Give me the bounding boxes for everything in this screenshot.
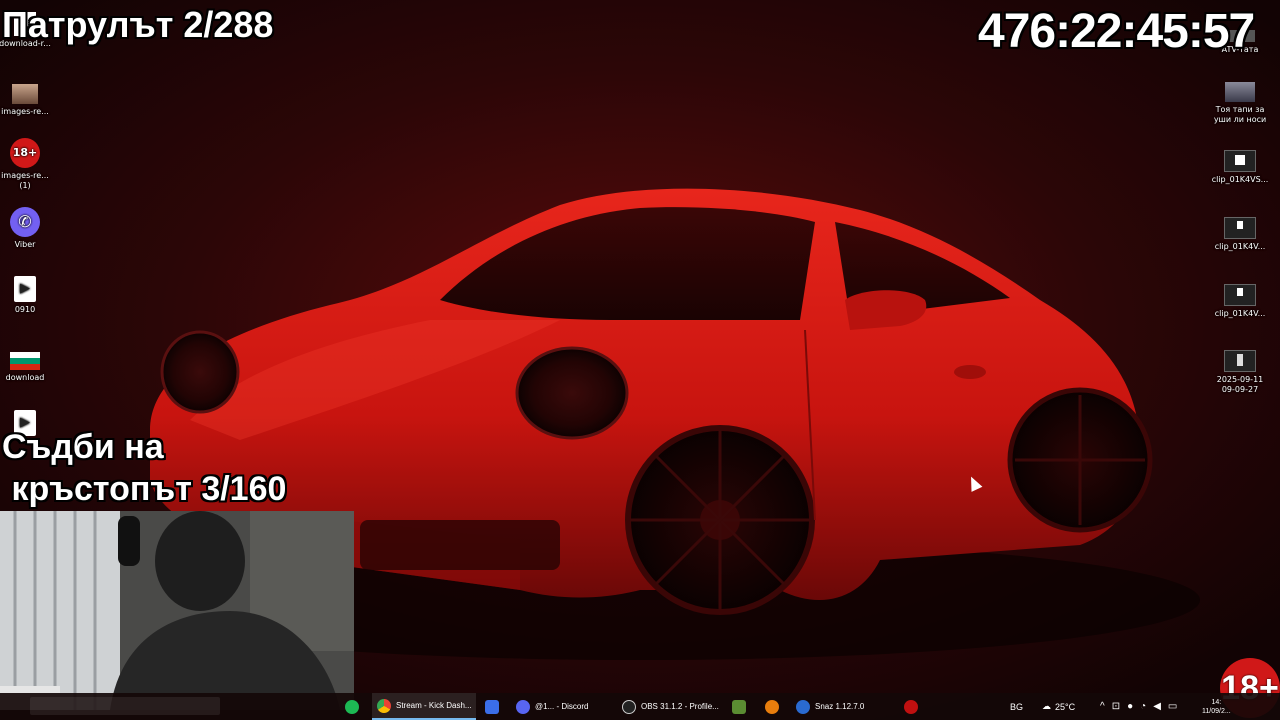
taskbar-app-chrome[interactable]: Stream - Kick Dash... [372,693,476,720]
obs-icon [622,699,636,714]
clock-date: 11/09/2... [1202,707,1231,715]
weather-widget[interactable]: ☁ 25°C [1042,693,1075,720]
taskbar-app-snaz[interactable]: Snaz 1.12.7.0 [796,693,876,720]
keyboard-icon[interactable]: ▭ [1168,701,1177,712]
snaz-icon [796,699,810,714]
18-plus-icon: 18+ [10,138,40,168]
video-file-icon [1224,217,1256,239]
volume-icon[interactable]: ◀ [1153,701,1161,712]
desktop-icon-images-re-1[interactable]: 18+ images-re... (1) [0,138,55,191]
record-icon [904,699,918,714]
microphone-icon[interactable]: ● [1127,701,1133,712]
desktop-icon-label: Тоя тапи за уши ли носи [1213,105,1267,124]
fate-counter-line2: кръстопът 3/160 [2,470,287,508]
roblox-icon [485,699,499,714]
desktop-icon-clip-3[interactable]: clip_01K4V... [1210,284,1270,319]
temperature-label: 25°C [1055,701,1076,712]
desktop-icon-label: 2025-09-11 09-09-27 [1216,375,1264,394]
video-file-icon [1224,284,1256,306]
desktop-icon-clip-2[interactable]: clip_01K4V... [1210,217,1270,252]
taskbar-app-label: Stream - Kick Dash... [396,701,472,710]
taskbar-app-label: Snaz 1.12.7.0 [815,702,865,711]
video-file-icon: ▶ [14,276,36,302]
image-file-icon [1225,82,1255,102]
desktop-icon-toya-tapi[interactable]: Тоя тапи за уши ли носи [1210,82,1270,125]
desktop-icon-label: clip_01K4V... [1214,242,1266,251]
desktop-icon-label: clip_01K4V... [1214,309,1266,318]
viber-icon: ✆ [10,207,40,237]
search-box[interactable] [30,697,220,715]
desktop-icon-images-re[interactable]: images-re... [0,80,55,117]
chevron-up-icon[interactable]: ^ [1100,701,1105,712]
desktop-icon-label: images-re... (1) [1,171,49,190]
taskbar-app-obs[interactable]: OBS 31.1.2 - Profile... [622,693,732,720]
taskbar-app-record[interactable] [904,693,922,720]
desktop-icon-label: images-re... [1,107,49,116]
language-indicator[interactable]: BG [1010,693,1023,720]
webcam-feed [0,511,354,710]
headlight-right [515,346,629,440]
desktop-icon-0910[interactable]: ▶ 0910 [0,276,55,315]
blender-icon [765,699,779,714]
taskbar-app-minecraft[interactable] [732,693,750,720]
system-tray-icons: ^ ⊡ ● ◔ ◀ ▭ [1100,693,1177,720]
network-icon[interactable]: ⊡ [1112,701,1120,712]
spotify-icon [345,699,359,714]
video-file-icon [1224,350,1256,372]
patrol-counter: Патрулът 2/288 [2,4,274,45]
headlight-left [160,330,240,414]
desktop-icon-label: 0910 [14,305,36,314]
taskbar: Stream - Kick Dash... @1... - Discord OB… [0,693,1280,720]
desktop-icon-viber[interactable]: ✆ Viber [0,207,55,250]
discord-icon [516,699,530,714]
cloud-icon: ☁ [1042,701,1051,711]
chrome-icon [377,698,391,713]
person-photo-icon [12,84,38,104]
video-file-icon [1224,150,1256,172]
desktop-icon-label: Viber [14,240,36,249]
desktop-icon-clip-1[interactable]: clip_01K4VS... [1210,150,1270,185]
desktop-icon-label: clip_01K4VS... [1211,175,1269,184]
webcam-image [0,511,354,710]
fate-counter-line1: Съдби на [2,428,164,466]
taskbar-spotify[interactable] [345,693,363,720]
taskbar-app-blender[interactable] [765,693,783,720]
taskbar-app-discord[interactable]: @1... - Discord [516,693,612,720]
desktop-icon-2025-09-11[interactable]: 2025-09-11 09-09-27 [1210,350,1270,395]
wifi-icon[interactable]: ◔ [1140,701,1146,712]
taskbar-app-label: @1... - Discord [535,702,589,711]
clock-time: 14: [1211,698,1222,706]
language-label: BG [1010,701,1024,712]
desktop-icon-download[interactable]: download [0,352,55,383]
minecraft-icon [732,699,746,714]
taskbar-app-roblox[interactable] [485,693,503,720]
clock[interactable]: 14: 11/09/2... [1202,693,1231,720]
bulgaria-flag-icon [10,352,40,370]
taskbar-app-label: OBS 31.1.2 - Profile... [641,702,719,711]
stream-timer: 476:22:45:57 [978,5,1255,58]
desktop-icon-label: download [5,373,45,382]
